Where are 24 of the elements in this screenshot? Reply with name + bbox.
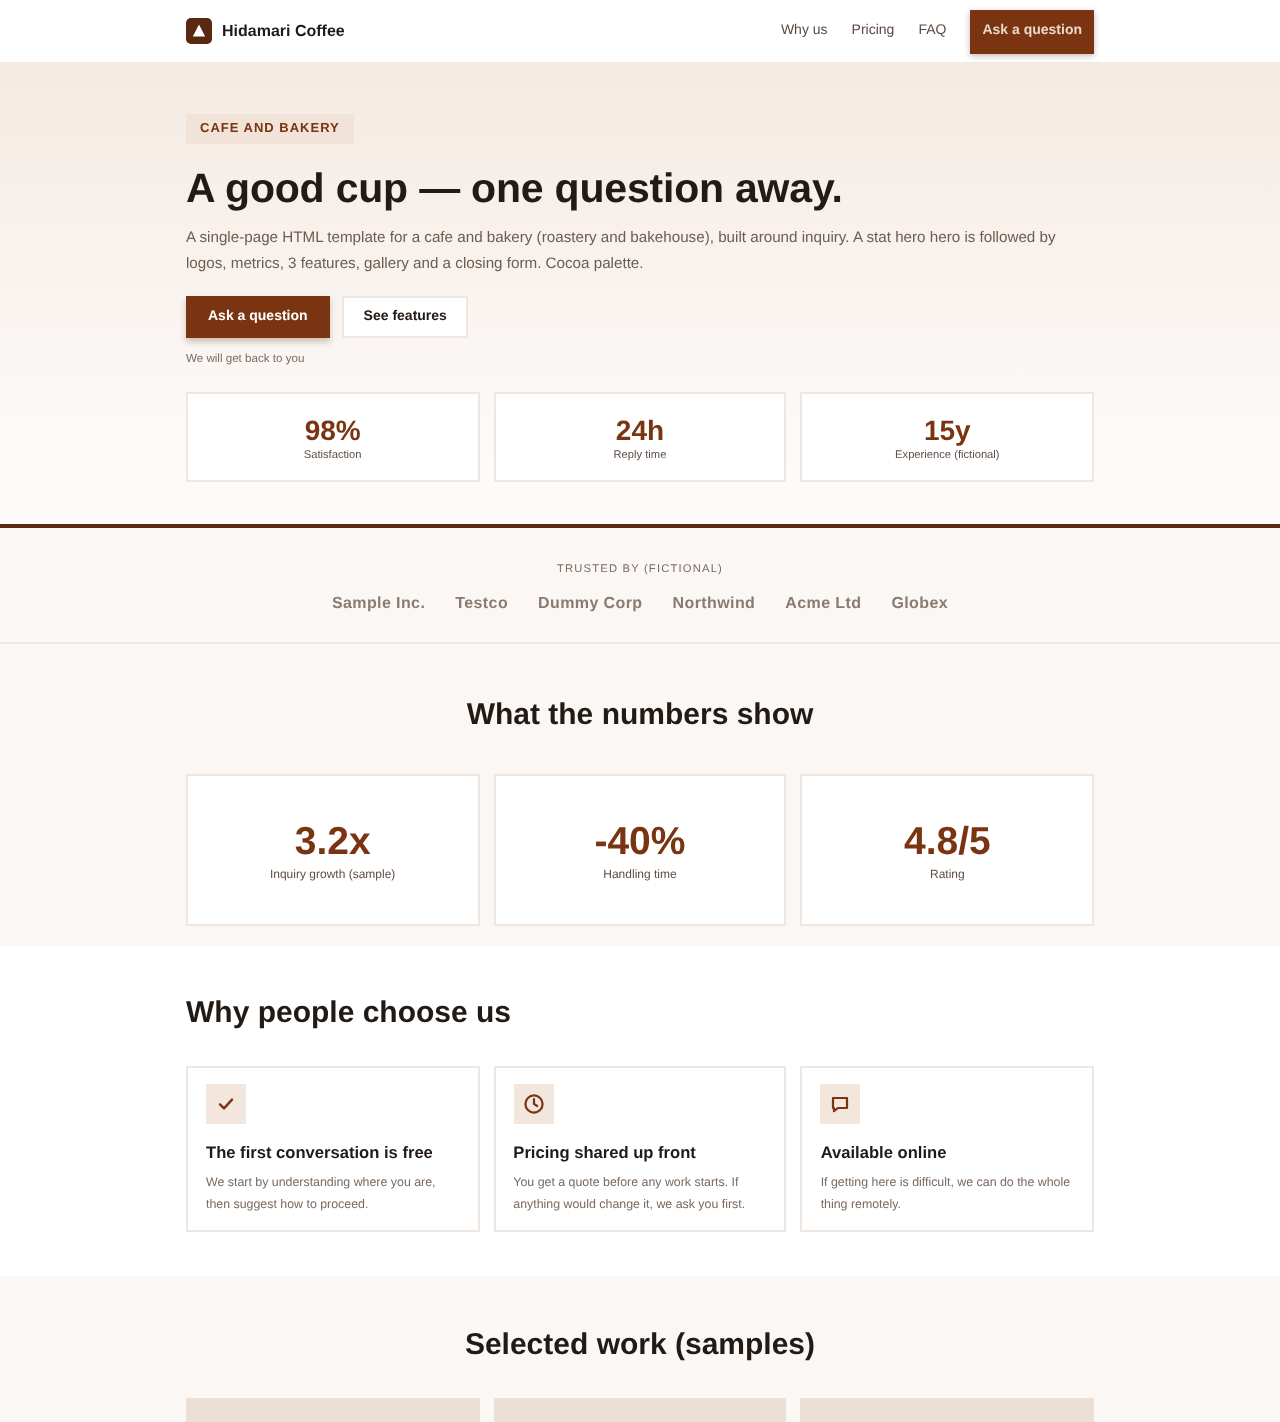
- client-logo-text: Acme Ltd: [785, 594, 862, 612]
- metric-value: 3.2x: [294, 819, 371, 863]
- client-logo-text: Dummy Corp: [538, 594, 643, 612]
- check-icon: [206, 1084, 246, 1124]
- clock-icon: [513, 1084, 554, 1124]
- stat-value: 24h: [615, 413, 665, 445]
- client-logo-text: Testco: [455, 594, 509, 612]
- client-logo-text: Northwind: [672, 594, 756, 612]
- metric-value: -40%: [594, 819, 686, 863]
- section-title: What the numbers show: [466, 696, 814, 736]
- feature-title: The first conversation is free: [206, 1142, 433, 1162]
- brand-name: Hidamari Coffee: [222, 22, 345, 40]
- stat-value: 15y: [923, 413, 971, 445]
- section-title: Why people choose us: [186, 994, 512, 1034]
- section-title: Selected work (samples): [464, 1326, 816, 1366]
- client-logo-text: Globex: [891, 594, 949, 612]
- stat-value: 98%: [304, 413, 361, 445]
- client-logo-text: Sample Inc.: [331, 594, 426, 612]
- logo-icon: [186, 18, 212, 44]
- chat-bubble-icon: [820, 1084, 861, 1124]
- hero-title: A good cup — one question away.: [186, 164, 843, 216]
- feature-title: Available online: [820, 1142, 947, 1162]
- feature-title: Pricing shared up front: [513, 1142, 696, 1162]
- metric-value: 4.8/5: [903, 819, 991, 863]
